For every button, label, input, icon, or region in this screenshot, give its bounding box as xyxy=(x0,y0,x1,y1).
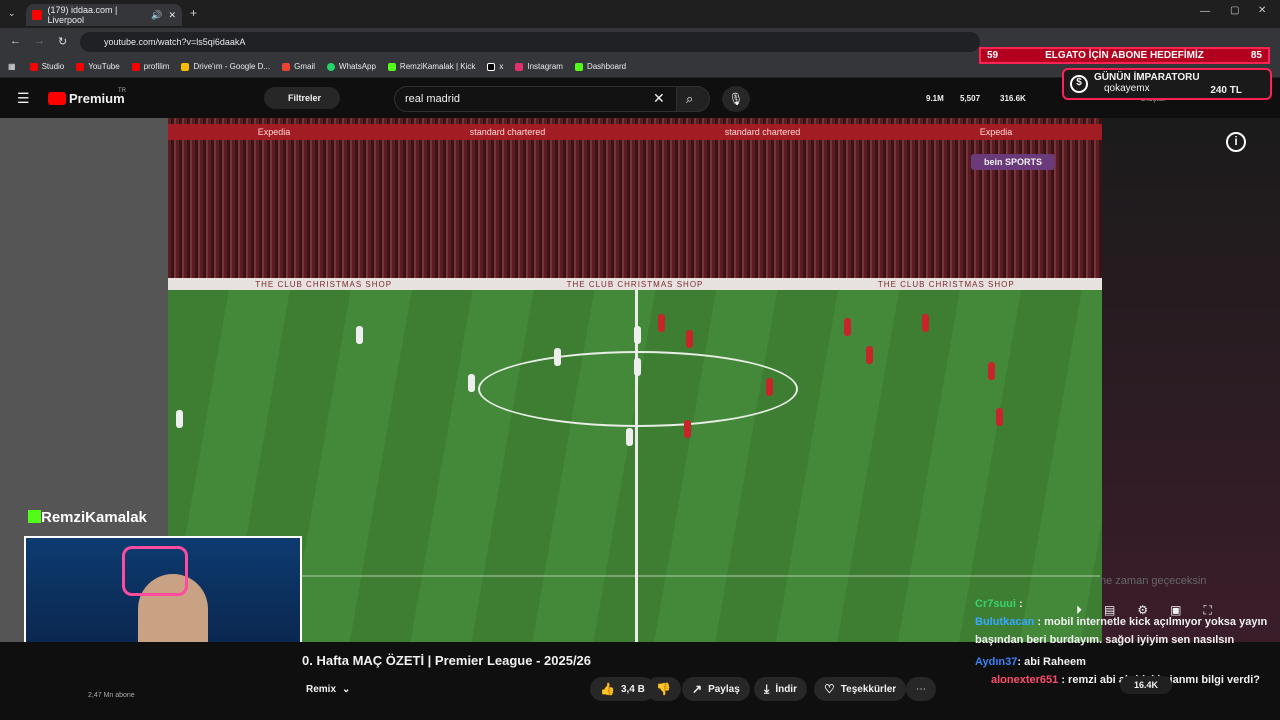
more-actions-button[interactable]: ⋯ xyxy=(906,677,936,701)
stats-likes: 5,507 xyxy=(960,94,981,103)
video-progress-bar[interactable] xyxy=(300,575,1100,577)
youtube-favicon-icon xyxy=(32,10,42,20)
neon-sign xyxy=(122,546,188,596)
download-icon: ⤓ xyxy=(764,681,770,696)
search-button[interactable]: ⌕ xyxy=(676,86,710,112)
player xyxy=(996,408,1003,426)
new-tab-icon[interactable]: + xyxy=(190,6,197,20)
remix-button[interactable]: Remix ⌄ xyxy=(296,677,360,701)
url-text: youtube.com/watch?v=ls5qi6daakA xyxy=(104,37,246,47)
player xyxy=(844,318,851,336)
back-icon[interactable]: ← xyxy=(10,35,21,47)
youtube-logo-icon[interactable] xyxy=(48,92,66,105)
bookmark-profilim[interactable]: profilim xyxy=(131,62,169,71)
download-button[interactable]: ⤓ İndir xyxy=(754,677,807,701)
player xyxy=(866,346,873,364)
kick-logo-icon xyxy=(28,510,41,523)
search-input[interactable]: real madrid xyxy=(394,86,678,112)
clear-search-icon[interactable]: ✕ xyxy=(653,90,665,107)
bookmark-instagram[interactable]: Instagram xyxy=(515,62,563,71)
stadium-crowd xyxy=(168,118,1102,288)
bookmark-studio[interactable]: Studio xyxy=(29,62,64,71)
subscriber-goal-banner: 59 ELGATO İÇİN ABONE HEDEFİMİZ 85 xyxy=(979,47,1270,64)
chat-message: Aydın37: abi Raheem xyxy=(975,656,1086,668)
player xyxy=(176,410,183,428)
player xyxy=(922,314,929,332)
dollar-icon: $ xyxy=(1070,75,1088,93)
info-icon[interactable]: i xyxy=(1226,132,1246,152)
apps-icon[interactable]: ▦ xyxy=(8,62,16,71)
thanks-button[interactable]: ♡ Teşekkürler xyxy=(814,677,907,701)
top-donor-box: $ GÜNÜN İMPARATORU qokayemx 240 TL xyxy=(1062,68,1272,100)
reload-icon[interactable]: ↻ xyxy=(58,35,67,48)
player xyxy=(658,314,665,332)
url-field[interactable]: youtube.com/watch?v=ls5qi6daakA xyxy=(80,32,980,52)
chat-message: Cr7suui : xyxy=(975,598,1023,610)
minimize-icon[interactable]: — xyxy=(1200,6,1210,17)
player xyxy=(468,374,475,392)
player xyxy=(684,420,691,438)
forward-icon[interactable]: → xyxy=(34,35,45,47)
more-icon: ⋯ xyxy=(916,683,926,695)
stats-subs: 316.6K xyxy=(1000,94,1026,103)
player xyxy=(686,330,693,348)
player xyxy=(766,378,773,396)
player xyxy=(634,358,641,376)
filters-button[interactable]: Filtreler xyxy=(264,87,340,109)
menu-icon[interactable]: ☰ xyxy=(17,90,30,107)
thanks-icon: ♡ xyxy=(824,682,835,696)
youtube-logo-text[interactable]: Premium xyxy=(69,91,125,106)
thumbs-down-icon: 👎 xyxy=(656,682,671,696)
player xyxy=(988,362,995,380)
streamer-name: RemziKamalak xyxy=(28,509,147,526)
video-player[interactable]: Expedia standard chartered standard charte… xyxy=(168,118,1102,642)
chat-message: Bulutkacan : mobil internetle kick açılm… xyxy=(975,616,1268,646)
bookmark-drive[interactable]: Drive'ım - Google D... xyxy=(181,62,270,71)
player xyxy=(356,326,363,344)
player xyxy=(634,326,641,344)
browser-tab[interactable]: (179) iddaa.com | Liverpool 🔊 ✕ xyxy=(26,4,182,26)
channel-logo: bein SPORTS xyxy=(971,154,1055,170)
bookmark-dashboard[interactable]: Dashboard xyxy=(574,62,626,71)
bookmark-whatsapp[interactable]: WhatsApp xyxy=(327,62,376,71)
browser-tabbar: ⌄ (179) iddaa.com | Liverpool 🔊 ✕ + — ▢ … xyxy=(0,0,1280,28)
chat-overlay: Cr7suui : Bulutkacan : mobil internetle … xyxy=(975,595,1275,689)
maximize-icon[interactable]: ▢ xyxy=(1230,5,1239,16)
stadium-hoarding: Expedia standard chartered standard charte… xyxy=(168,124,1102,140)
player xyxy=(554,348,561,366)
share-button[interactable]: ↗ Paylaş xyxy=(682,677,750,701)
share-icon: ↗ xyxy=(692,682,703,696)
search-icon: ⌕ xyxy=(686,91,694,106)
tab-list-icon[interactable]: ⌄ xyxy=(8,8,16,19)
bookmark-gmail[interactable]: Gmail xyxy=(282,62,315,71)
viewer-count-badge: 16.4K xyxy=(1120,676,1172,694)
chat-faded-line: ne zaman geçeceksin xyxy=(1100,575,1207,587)
dislike-button[interactable]: 👎 xyxy=(646,677,681,701)
video-title: 0. Hafta MAÇ ÖZETİ | Premier League - 20… xyxy=(302,653,592,668)
player xyxy=(626,428,633,446)
tab-audio-icon[interactable]: 🔊 xyxy=(151,10,162,21)
stats-views: 9.1M xyxy=(926,94,944,103)
right-background: i xyxy=(1102,118,1280,642)
subscriber-count: 2,47 Mn abone xyxy=(88,692,135,699)
tab-close-icon[interactable]: ✕ xyxy=(168,10,176,21)
thumbs-up-icon: 👍 xyxy=(600,682,615,696)
microphone-icon[interactable]: 🎙 xyxy=(722,86,750,112)
bookmark-kick[interactable]: RemziKamalak | Kick xyxy=(387,62,475,71)
bookmark-x[interactable]: x xyxy=(487,62,503,71)
chevron-down-icon: ⌄ xyxy=(342,683,351,695)
close-window-icon[interactable]: ✕ xyxy=(1258,5,1266,16)
bookmark-youtube[interactable]: YouTube xyxy=(76,62,120,71)
tab-title: (179) iddaa.com | Liverpool xyxy=(47,5,118,25)
ad-board: THE CLUB CHRISTMAS SHOP THE CLUB CHRISTMA… xyxy=(168,278,1102,290)
logo-country: TR xyxy=(118,88,126,94)
